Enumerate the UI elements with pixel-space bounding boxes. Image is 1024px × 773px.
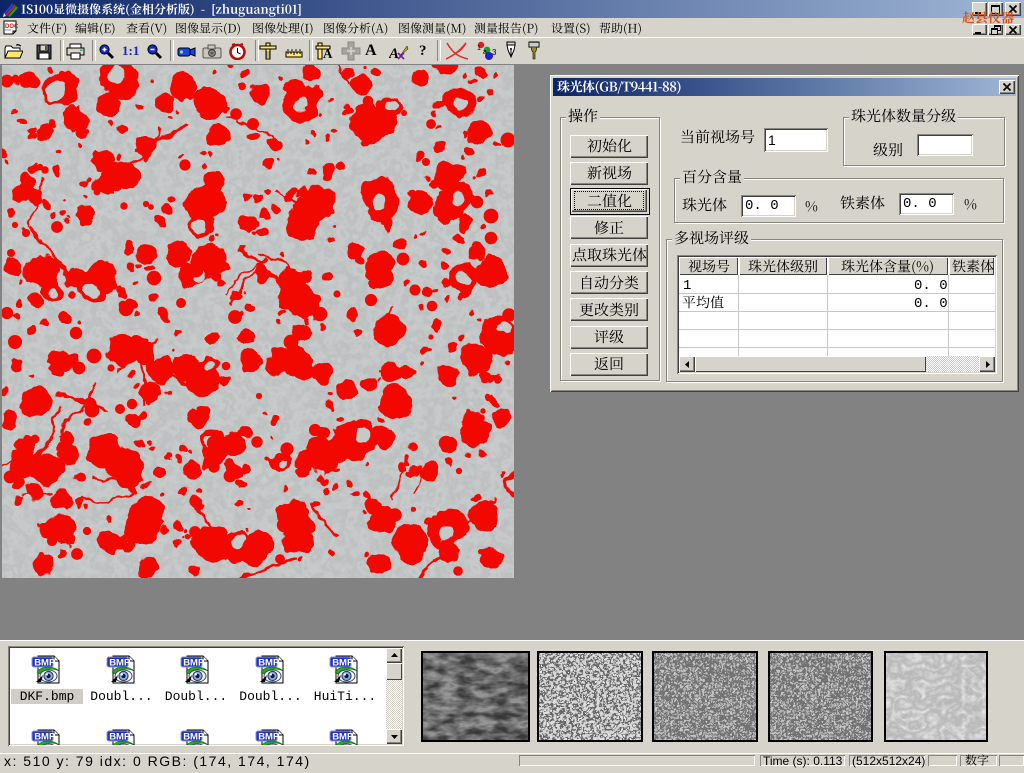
- svg-text:DOC: DOC: [5, 24, 19, 30]
- svg-text:BMP: BMP: [183, 732, 205, 743]
- svg-text:BMP: BMP: [109, 658, 131, 669]
- svg-text:BMP: BMP: [258, 658, 280, 669]
- svg-text:BMP: BMP: [332, 658, 354, 669]
- svg-text:A: A: [323, 46, 333, 60]
- svg-text:BMP: BMP: [109, 732, 131, 743]
- svg-text:BMP: BMP: [34, 658, 56, 669]
- svg-text:1: 1: [477, 45, 481, 52]
- svg-text:BMP: BMP: [258, 732, 280, 743]
- svg-text:BMP: BMP: [183, 658, 205, 669]
- svg-text:3: 3: [492, 48, 496, 57]
- svg-text:BMP: BMP: [34, 732, 56, 743]
- svg-text:BMP: BMP: [332, 732, 354, 743]
